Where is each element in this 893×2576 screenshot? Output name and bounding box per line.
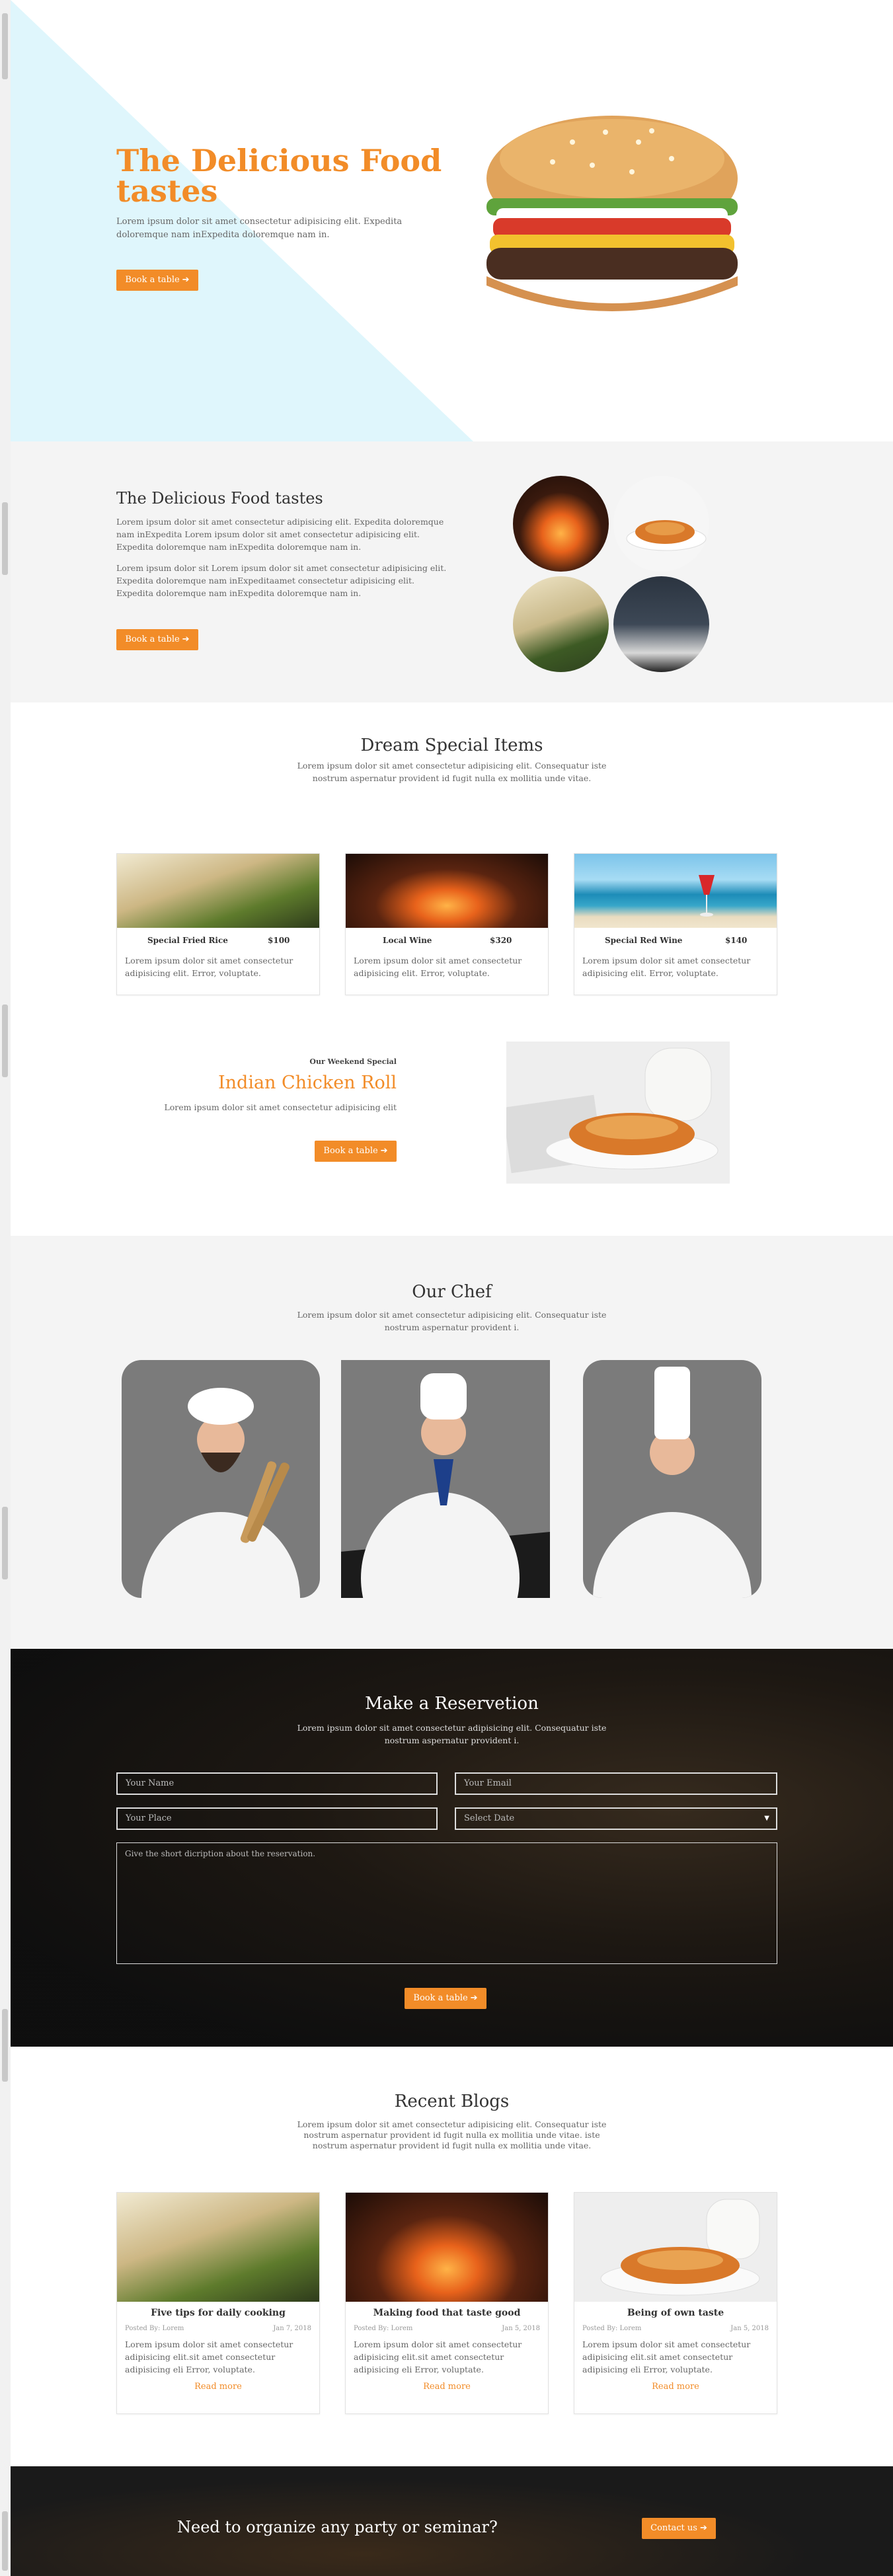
about-section: The Delicious Food tastes Lorem ipsum do… bbox=[11, 441, 893, 702]
date-select[interactable]: Select Date ▼ bbox=[455, 1807, 777, 1830]
hero-title: The Delicious Food tastes bbox=[116, 143, 442, 209]
weekend-book-button[interactable]: Book a table ➔ bbox=[315, 1141, 397, 1162]
special-item-price: $140 bbox=[725, 936, 748, 945]
date-select-value: Select Date bbox=[464, 1813, 515, 1823]
special-text: Lorem ipsum dolor sit amet consectetur a… bbox=[297, 761, 607, 783]
blog-image bbox=[346, 2193, 548, 2302]
special-item-price: $100 bbox=[268, 936, 290, 945]
blog-text: Lorem ipsum dolor sit amet consectetur a… bbox=[125, 2339, 293, 2374]
special-item-card[interactable]: Special Red Wine $140 Lorem ipsum dolor … bbox=[574, 853, 777, 995]
teapot-photo bbox=[613, 576, 709, 672]
about-text-1: Lorem ipsum dolor sit amet consectetur a… bbox=[116, 517, 444, 552]
chef-section: Our Chef Lorem ipsum dolor sit amet cons… bbox=[11, 1236, 893, 1649]
scrollbar-marker bbox=[2, 1004, 8, 1077]
special-item-card[interactable]: Special Fried Rice $100 Lorem ipsum dolo… bbox=[116, 853, 320, 995]
special-item-text: Lorem ipsum dolor sit amet consectetur a… bbox=[354, 956, 522, 978]
scrollbar[interactable] bbox=[0, 0, 11, 2576]
weekend-text: Lorem ipsum dolor sit amet consectetur a… bbox=[164, 1102, 397, 1112]
blog-card[interactable]: Making food that taste good Posted By: L… bbox=[345, 2192, 549, 2414]
read-more-link[interactable]: Read more bbox=[574, 2382, 777, 2392]
blog-date: Jan 5, 2018 bbox=[502, 2325, 540, 2332]
reservation-section: Make a Reservetion Lorem ipsum dolor sit… bbox=[11, 1649, 893, 2047]
cta-text: Need to organize any party or seminar? bbox=[177, 2518, 498, 2536]
cta-section: Need to organize any party or seminar? C… bbox=[11, 2466, 893, 2576]
chef-text: Lorem ipsum dolor sit amet consectetur a… bbox=[297, 1310, 607, 1332]
read-more-link[interactable]: Read more bbox=[117, 2382, 319, 2392]
fireplace-photo bbox=[513, 476, 609, 572]
special-title: Dream Special Items bbox=[360, 736, 543, 755]
blog-card[interactable]: Five tips for daily cooking Posted By: L… bbox=[116, 2192, 320, 2414]
special-item-text: Lorem ipsum dolor sit amet consectetur a… bbox=[125, 956, 293, 978]
blog-text: Lorem ipsum dolor sit amet consectetur a… bbox=[582, 2339, 751, 2374]
contact-us-button[interactable]: Contact us ➔ bbox=[642, 2518, 716, 2539]
special-item-image bbox=[346, 854, 548, 928]
scrollbar-marker bbox=[2, 2009, 8, 2082]
wine-grapes-photo bbox=[513, 576, 609, 672]
hero-section: The Delicious Food tastes Lorem ipsum do… bbox=[11, 0, 893, 441]
email-input[interactable]: Your Email bbox=[455, 1772, 777, 1795]
special-section: Dream Special Items Lorem ipsum dolor si… bbox=[11, 702, 893, 1236]
read-more-link[interactable]: Read more bbox=[346, 2382, 548, 2392]
blog-date: Jan 5, 2018 bbox=[730, 2325, 769, 2332]
special-item-name: Local Wine bbox=[383, 936, 432, 945]
blog-author: Posted By: Lorem bbox=[582, 2325, 642, 2332]
chef-photo bbox=[583, 1360, 761, 1598]
burger-image bbox=[486, 116, 738, 311]
croissant-image bbox=[506, 1042, 730, 1184]
weekend-title: Indian Chicken Roll bbox=[217, 1073, 397, 1093]
blog-card[interactable]: Being of own taste Posted By: Lorem Jan … bbox=[574, 2192, 777, 2414]
reservation-title: Make a Reservetion bbox=[365, 1694, 539, 1714]
special-item-name: Special Red Wine bbox=[605, 936, 683, 945]
blog-image bbox=[574, 2193, 777, 2302]
special-item-card[interactable]: Local Wine $320 Lorem ipsum dolor sit am… bbox=[345, 853, 549, 995]
special-item-text: Lorem ipsum dolor sit amet consectetur a… bbox=[582, 956, 751, 978]
hero-text: Lorem ipsum dolor sit amet consectetur a… bbox=[116, 217, 403, 240]
blog-date: Jan 7, 2018 bbox=[273, 2325, 311, 2332]
blogs-title: Recent Blogs bbox=[394, 2092, 510, 2111]
blog-title: Being of own taste bbox=[627, 2308, 724, 2318]
blog-author: Posted By: Lorem bbox=[354, 2325, 413, 2332]
reservation-text: Lorem ipsum dolor sit amet consectetur a… bbox=[297, 1723, 607, 1745]
chef-photo bbox=[122, 1360, 320, 1598]
chef-photo bbox=[341, 1360, 550, 1598]
name-input[interactable]: Your Name bbox=[116, 1772, 438, 1795]
scrollbar-marker bbox=[2, 2511, 8, 2571]
blog-image bbox=[117, 2193, 319, 2302]
description-textarea[interactable]: Give the short dicription about the rese… bbox=[116, 1842, 777, 1964]
place-input[interactable]: Your Place bbox=[116, 1807, 438, 1830]
blog-title: Five tips for daily cooking bbox=[151, 2308, 286, 2318]
about-text-2: Lorem ipsum dolor sit Lorem ipsum dolor … bbox=[116, 563, 447, 598]
about-title: The Delicious Food tastes bbox=[116, 489, 323, 508]
blog-title: Making food that taste good bbox=[373, 2308, 521, 2318]
blog-text: Lorem ipsum dolor sit amet consectetur a… bbox=[354, 2339, 522, 2374]
blogs-section: Recent Blogs Lorem ipsum dolor sit amet … bbox=[11, 2047, 893, 2466]
scrollbar-thumb[interactable] bbox=[2, 13, 8, 79]
scrollbar-marker bbox=[2, 502, 8, 575]
reservation-book-button[interactable]: Book a table ➔ bbox=[405, 1988, 486, 2009]
caret-down-icon: ▼ bbox=[764, 1815, 769, 1822]
weekend-label: Our Weekend Special bbox=[309, 1057, 397, 1066]
special-item-price: $320 bbox=[490, 936, 512, 945]
page: The Delicious Food tastes Lorem ipsum do… bbox=[11, 0, 893, 2576]
hero-book-button[interactable]: Book a table ➔ bbox=[116, 270, 198, 291]
chef-title: Our Chef bbox=[412, 1282, 492, 1302]
special-item-image bbox=[117, 854, 319, 928]
scrollbar-marker bbox=[2, 1507, 8, 1579]
about-book-button[interactable]: Book a table ➔ bbox=[116, 629, 198, 650]
croissant-photo bbox=[613, 476, 709, 572]
blogs-text: Lorem ipsum dolor sit amet consectetur a… bbox=[297, 2119, 607, 2150]
blog-author: Posted By: Lorem bbox=[125, 2325, 184, 2332]
special-item-image bbox=[574, 854, 777, 928]
special-item-name: Special Fried Rice bbox=[147, 936, 228, 945]
